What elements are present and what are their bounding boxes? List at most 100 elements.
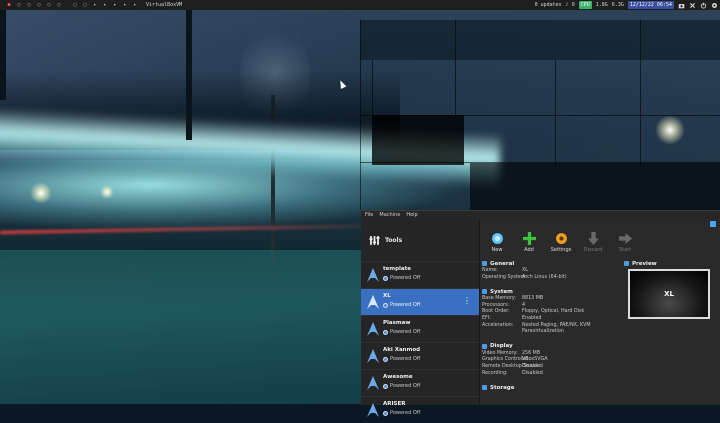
new-label: New bbox=[491, 247, 503, 253]
detail-key: Name: bbox=[482, 268, 498, 273]
layout-icon[interactable]: ▢ bbox=[80, 2, 90, 8]
glitch-line bbox=[455, 20, 456, 115]
updates-indicator[interactable]: 0 updates bbox=[535, 2, 562, 8]
glitch-block bbox=[360, 20, 720, 60]
powered-off-icon bbox=[383, 410, 388, 416]
detail-key: Acceleration: bbox=[482, 322, 514, 328]
detail-row: Base Memory: 8813 MB bbox=[482, 296, 620, 303]
detail-row: Remote Desktop Server: Disabled bbox=[482, 364, 620, 371]
vm-name: Awesome bbox=[383, 374, 413, 380]
preview-pane: Preview XL bbox=[624, 257, 718, 337]
vm-menu-icon[interactable]: ⋮ bbox=[463, 296, 471, 305]
datetime-badge[interactable]: 12/12/22 06:54 bbox=[627, 1, 674, 9]
glitch-line bbox=[372, 60, 373, 120]
workspace-2[interactable]: ○ bbox=[14, 2, 24, 8]
wallpaper-light bbox=[100, 185, 114, 199]
layout-icon[interactable]: ▸ bbox=[90, 2, 100, 8]
vm-state-label: Powered Off bbox=[390, 302, 421, 308]
menubar: File Machine Help bbox=[361, 211, 720, 219]
vm-item-aki-xanmod[interactable]: Aki Xanmod Powered Off bbox=[361, 342, 479, 369]
preview-screen: XL bbox=[628, 269, 710, 319]
arch-linux-icon bbox=[367, 295, 379, 309]
start-arrow-icon bbox=[618, 233, 632, 244]
workspace-6[interactable]: ○ bbox=[54, 2, 64, 8]
detail-value: XL bbox=[522, 268, 528, 273]
vm-item-ariser[interactable]: ARISER Powered Off bbox=[361, 396, 479, 423]
vm-item-xl[interactable]: XL Powered Off ⋮ bbox=[361, 288, 479, 315]
power-icon[interactable] bbox=[700, 2, 707, 9]
section-display[interactable]: Display bbox=[482, 342, 620, 351]
display-icon bbox=[482, 343, 487, 349]
main-toolbar: New Add Settings Discard Start bbox=[480, 219, 720, 259]
layout-icon[interactable]: ▸ bbox=[110, 2, 120, 8]
section-preview[interactable]: Preview bbox=[624, 259, 718, 268]
detail-value: Paravirtualization bbox=[522, 329, 564, 335]
workspace-5[interactable]: ○ bbox=[44, 2, 54, 8]
menu-machine[interactable]: Machine bbox=[379, 212, 400, 218]
vm-state: Powered Off bbox=[383, 383, 420, 389]
volume-value: 0 bbox=[571, 2, 575, 8]
camera-icon[interactable] bbox=[678, 2, 685, 9]
active-window-title: VirtualBoxVM bbox=[146, 2, 183, 8]
detail-row: Boot Order: Floppy, Optical, Hard Disk bbox=[482, 309, 620, 316]
workspace-4[interactable]: ○ bbox=[34, 2, 44, 8]
layout-icon[interactable]: ▢ bbox=[70, 2, 80, 8]
wallpaper-pole bbox=[186, 10, 192, 140]
details-menu-icon[interactable] bbox=[710, 221, 716, 227]
workspace-1[interactable]: ● bbox=[4, 2, 14, 8]
panel-tray: 0 updates ♪ 0 CPU 1.8G 6.3G 12/12/22 06:… bbox=[535, 0, 720, 10]
workspace-3[interactable]: ○ bbox=[24, 2, 34, 8]
top-panel: ● ○ ○ ○ ○ ○ ▢ ▢ ▸ ▸ ▸ ▸ ▸ VirtualBoxVM 0… bbox=[0, 0, 720, 10]
layout-icon[interactable]: ▸ bbox=[100, 2, 110, 8]
section-title: Display bbox=[490, 343, 513, 350]
glitch-block bbox=[372, 115, 464, 165]
detail-value: 8813 MB bbox=[522, 296, 544, 302]
add-button[interactable]: Add bbox=[516, 219, 542, 253]
menu-file[interactable]: File bbox=[365, 212, 373, 218]
section-storage[interactable]: Storage bbox=[482, 383, 620, 392]
detail-value: VBoxSVGA bbox=[522, 357, 548, 363]
glitch-line bbox=[555, 60, 556, 165]
detail-value: Disabled bbox=[522, 370, 543, 376]
x-icon[interactable] bbox=[689, 2, 696, 9]
section-title: System bbox=[490, 288, 513, 295]
detail-key: Graphics Controller: bbox=[482, 357, 530, 363]
vm-name: ARISER bbox=[383, 401, 406, 407]
detail-row: Paravirtualization bbox=[482, 329, 620, 336]
start-button[interactable]: Start bbox=[612, 219, 638, 253]
tools-label: Tools bbox=[385, 236, 403, 244]
discard-button[interactable]: Discard bbox=[580, 219, 606, 253]
section-general[interactable]: General bbox=[482, 259, 620, 268]
layout-icon[interactable]: ▸ bbox=[130, 2, 140, 8]
detail-key: Boot Order: bbox=[482, 309, 510, 315]
wallpaper-pole bbox=[0, 10, 6, 100]
vm-item-plasmaw[interactable]: Plasmaw Powered Off bbox=[361, 315, 479, 342]
vm-state-label: Powered Off bbox=[390, 410, 421, 416]
settings-button[interactable]: Settings bbox=[548, 219, 574, 253]
discard-arrow-icon bbox=[587, 232, 599, 245]
volume-indicator[interactable]: ♪ 0 bbox=[566, 2, 575, 8]
cpu-value: 1.8G bbox=[595, 2, 608, 8]
vm-list-pane: Tools template Powered Off XL Powered Of… bbox=[361, 219, 480, 417]
powered-off-icon bbox=[383, 302, 388, 308]
vm-name: Plasmaw bbox=[383, 320, 411, 326]
vm-item-awesome[interactable]: Awesome Powered Off bbox=[361, 369, 479, 396]
detail-key bbox=[482, 329, 522, 336]
detail-key: EFI: bbox=[482, 315, 491, 321]
memory-value: 6.3G bbox=[611, 2, 624, 8]
vm-name: XL bbox=[383, 293, 391, 299]
section-title: Storage bbox=[490, 384, 515, 391]
new-button[interactable]: New bbox=[484, 219, 510, 253]
tools-item[interactable]: Tools bbox=[361, 219, 479, 261]
wallpaper-light bbox=[655, 115, 685, 145]
vm-name: Aki Xanmod bbox=[383, 347, 421, 353]
gear-icon[interactable] bbox=[711, 2, 718, 9]
arch-linux-icon bbox=[367, 349, 379, 363]
virtualbox-window: File Machine Help Tools template Powered… bbox=[361, 210, 720, 417]
menu-help[interactable]: Help bbox=[406, 212, 417, 218]
section-system[interactable]: System bbox=[482, 287, 620, 296]
vm-name: template bbox=[383, 266, 411, 272]
vm-item-template[interactable]: template Powered Off bbox=[361, 261, 479, 288]
layout-icon[interactable]: ▸ bbox=[120, 2, 130, 8]
detail-key: Operating System: bbox=[482, 274, 528, 280]
